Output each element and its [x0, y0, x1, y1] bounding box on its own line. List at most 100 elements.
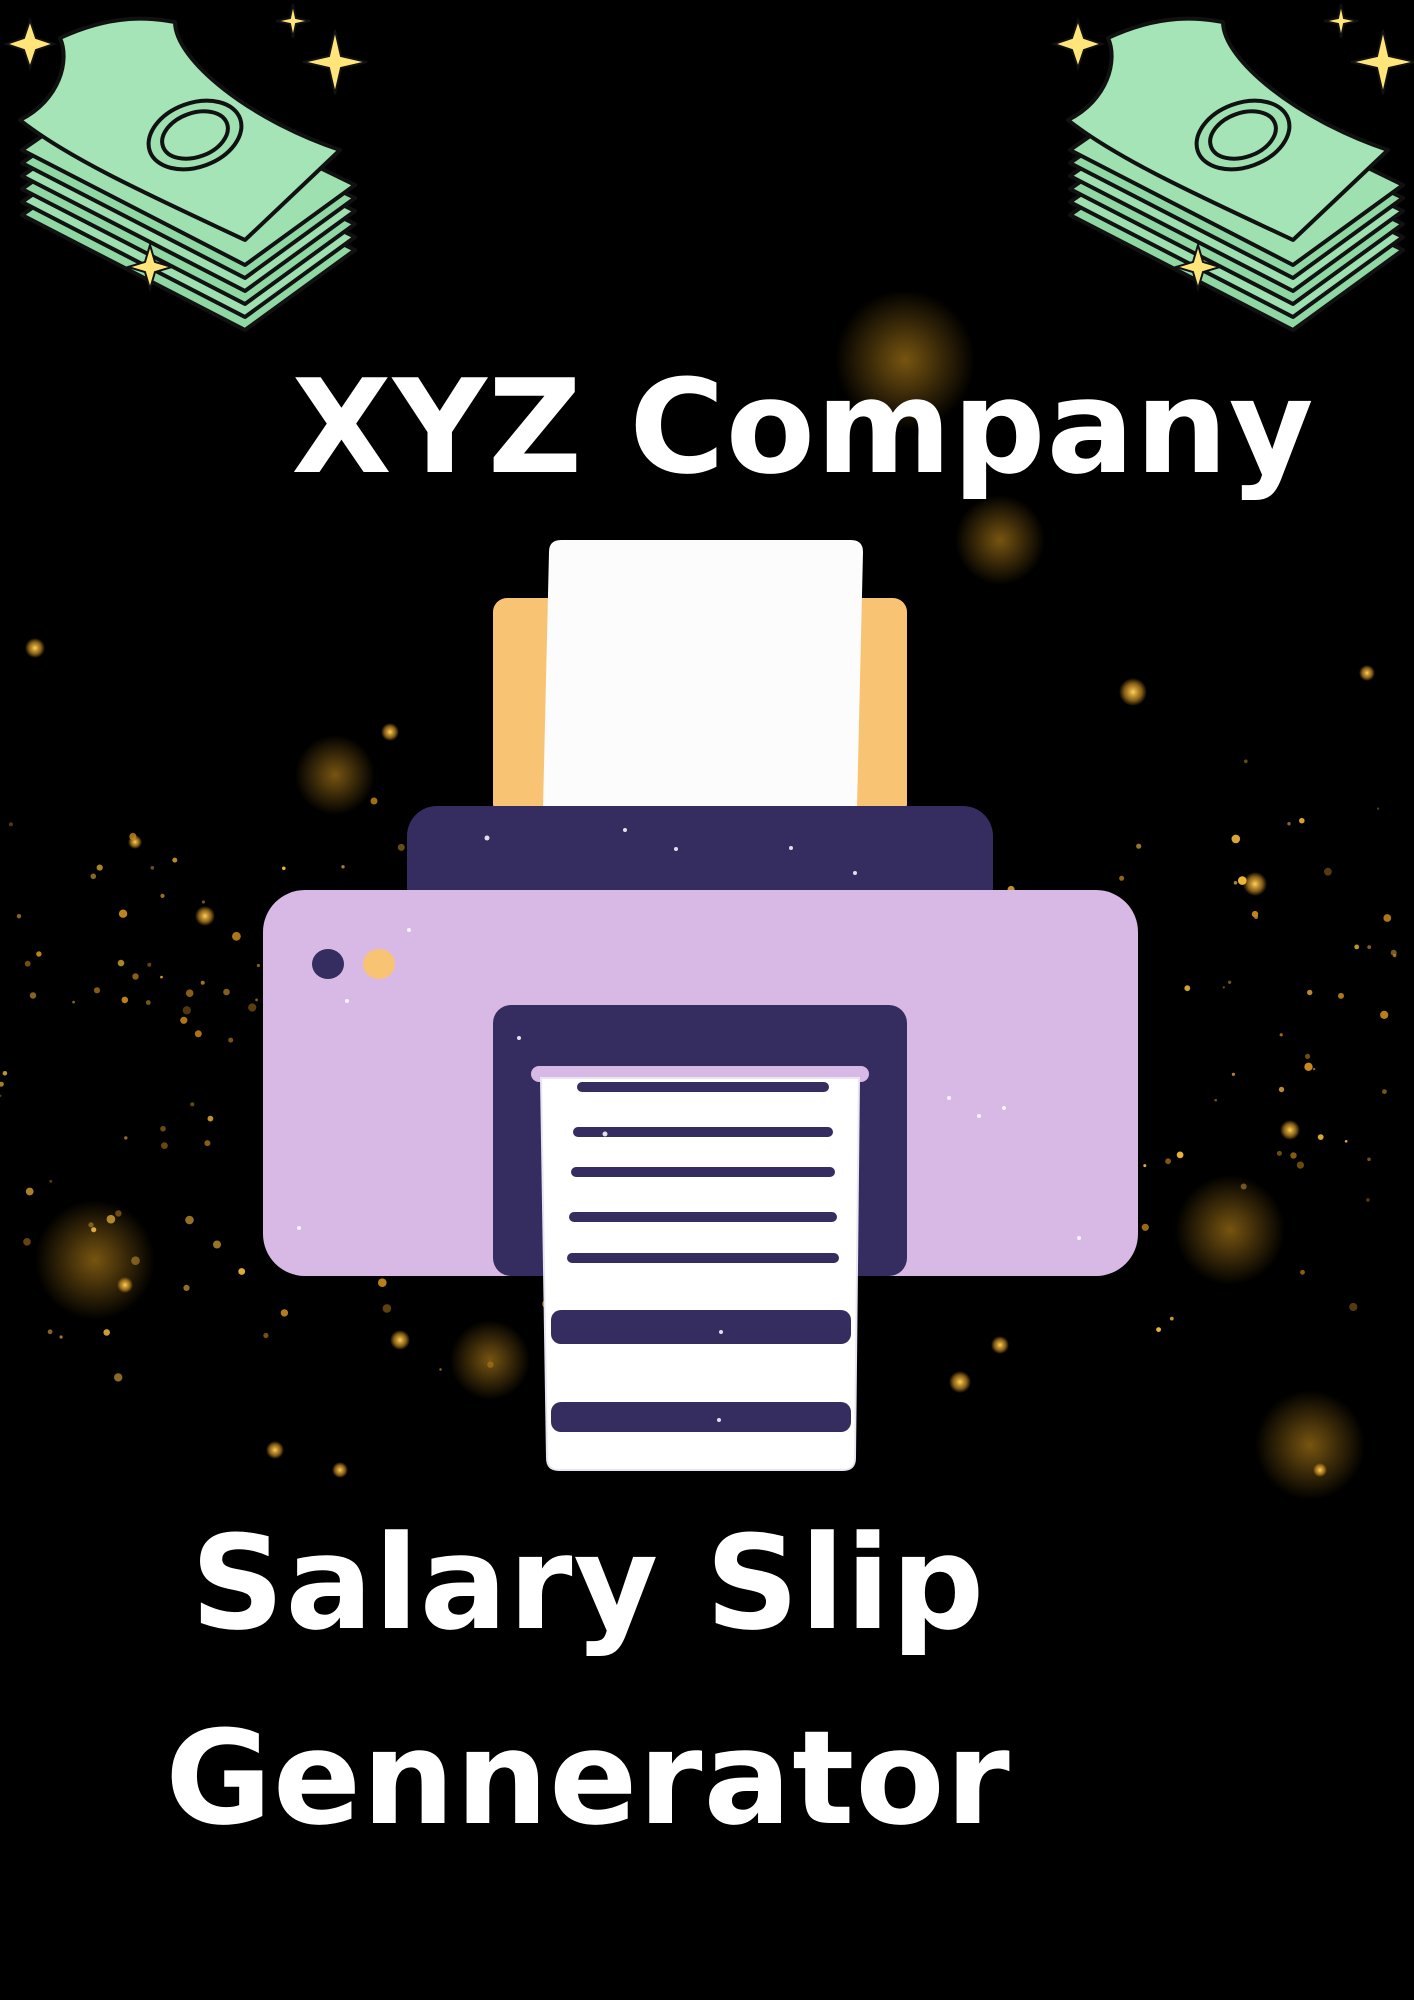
page-title-line-1: Salary Slip	[190, 1507, 986, 1659]
bokeh-speck	[248, 1003, 257, 1012]
bokeh-speck	[1165, 1158, 1171, 1165]
bokeh-speck	[1349, 1302, 1358, 1312]
bokeh-speck	[1376, 807, 1380, 810]
bokeh-speck	[2, 1071, 8, 1076]
bokeh-speck	[88, 1222, 94, 1228]
bokeh-speck	[1367, 1157, 1371, 1162]
bokeh-speck	[1383, 914, 1392, 922]
bokeh-speck	[1222, 986, 1226, 989]
bokeh-dot	[1280, 1120, 1300, 1140]
bokeh-dot	[195, 906, 215, 926]
bokeh-speck	[25, 1187, 34, 1196]
bokeh-speck	[131, 1256, 140, 1265]
bokeh-speck	[1305, 1053, 1311, 1059]
bokeh-speck	[1176, 1151, 1184, 1159]
bokeh-speck	[72, 1000, 75, 1004]
bokeh-speck	[200, 980, 205, 985]
page-title-line-2: Gennerator	[165, 1702, 1011, 1854]
bokeh-speck	[96, 864, 103, 871]
bokeh-dot	[117, 1277, 133, 1293]
bokeh-speck	[1312, 1067, 1316, 1071]
bokeh-speck	[228, 1037, 234, 1043]
bokeh-speck	[1240, 1183, 1247, 1190]
bokeh-speck	[1231, 1072, 1235, 1076]
bokeh-speck	[207, 1115, 214, 1122]
bokeh-speck	[1287, 822, 1291, 826]
bokeh-speck	[1367, 945, 1372, 949]
bokeh-speck	[147, 962, 152, 967]
bokeh-speck	[24, 960, 31, 967]
bokeh-speck	[160, 975, 163, 979]
bokeh-speck	[117, 959, 125, 967]
bokeh-speck	[124, 1136, 128, 1140]
bokeh-speck	[201, 900, 205, 904]
bokeh-speck	[0, 1081, 4, 1087]
bokeh-speck	[1141, 1223, 1149, 1231]
bokeh-speck	[1233, 881, 1238, 885]
bokeh-speck	[145, 1000, 151, 1005]
bokeh-dot	[25, 638, 45, 658]
bokeh-speck	[121, 996, 129, 1004]
bokeh-speck	[1382, 1089, 1387, 1094]
bokeh-speck	[1214, 1098, 1217, 1102]
bokeh-speck	[1366, 1198, 1370, 1202]
bokeh-speck	[132, 973, 139, 980]
bokeh-speck	[190, 1102, 195, 1107]
bokeh-glow	[1255, 1390, 1365, 1500]
bokeh-speck	[16, 914, 22, 919]
bokeh-speck	[1304, 1062, 1313, 1072]
bokeh-speck	[1380, 1010, 1389, 1020]
bokeh-speck	[160, 1125, 166, 1132]
bokeh-speck	[29, 992, 37, 999]
bokeh-speck	[213, 1240, 221, 1249]
bokeh-speck	[183, 1284, 190, 1291]
bokeh-speck	[182, 1006, 191, 1015]
bokeh-speck	[1307, 989, 1313, 996]
bokeh-glow	[1175, 1175, 1285, 1285]
bokeh-speck	[1290, 1152, 1297, 1159]
bokeh-speck	[1227, 980, 1232, 984]
money-stack-icon	[1050, 3, 1414, 332]
bokeh-speck	[49, 1179, 53, 1183]
poster-canvas: XYZ Company Salary Slip Gennerator	[0, 0, 1414, 2000]
bokeh-speck	[238, 1268, 246, 1275]
bokeh-speck	[36, 951, 42, 957]
bokeh-speck	[1324, 867, 1332, 876]
bokeh-speck	[115, 1210, 122, 1217]
bokeh-speck	[129, 832, 137, 841]
bokeh-speck	[185, 989, 194, 997]
bokeh-speck	[180, 1016, 188, 1024]
bokeh-speck	[1393, 953, 1397, 958]
bokeh-speck	[59, 1335, 63, 1339]
bokeh-speck	[1156, 1327, 1161, 1332]
bokeh-speck	[103, 1329, 110, 1336]
bokeh-speck	[1251, 910, 1259, 918]
bokeh-speck	[1143, 1164, 1147, 1168]
bokeh-speck	[118, 909, 128, 918]
bokeh-speck	[1317, 1134, 1324, 1140]
bokeh-speck	[160, 893, 165, 899]
bokeh-speck	[1276, 1150, 1282, 1156]
bokeh-speck	[161, 1142, 168, 1149]
bokeh-speck	[1244, 759, 1248, 764]
bokeh-speck	[1299, 817, 1305, 824]
bokeh-dot	[1359, 665, 1375, 681]
company-name: XYZ Company	[291, 351, 1315, 503]
bokeh-dot	[1243, 872, 1267, 896]
bokeh-speck	[172, 857, 178, 863]
bokeh-speck	[204, 1140, 211, 1147]
bokeh-speck	[1238, 876, 1247, 885]
bokeh-speck	[1278, 1086, 1285, 1093]
bokeh-speck	[194, 1030, 202, 1038]
bokeh-speck	[1344, 1140, 1348, 1143]
bokeh-speck	[1300, 1269, 1305, 1275]
bokeh-speck	[90, 873, 97, 880]
bokeh-speck	[1338, 992, 1344, 999]
bokeh-speck	[106, 1214, 116, 1224]
bokeh-speck	[150, 866, 155, 870]
bokeh-speck	[0, 1094, 2, 1097]
bokeh-speck	[185, 1215, 194, 1225]
bokeh-speck	[23, 1238, 31, 1246]
bokeh-speck	[255, 998, 258, 1002]
bokeh-speck	[223, 988, 230, 996]
